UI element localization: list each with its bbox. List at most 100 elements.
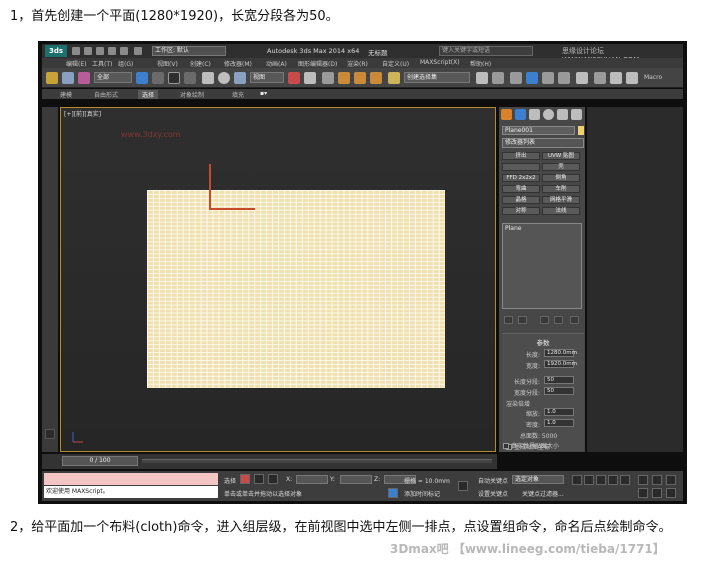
modifier-list-dropdown[interactable]: 修改器列表 <box>502 138 584 148</box>
ribbon-tab-populate[interactable]: 填充 <box>228 90 248 99</box>
edit-named-selection-icon[interactable] <box>388 72 400 84</box>
time-tag-icon[interactable] <box>388 488 398 498</box>
key-icon[interactable] <box>458 481 468 491</box>
front-viewport[interactable]: [+][前][真实] www.3dxy.com <box>60 107 496 452</box>
snap-toggle-icon[interactable] <box>338 72 350 84</box>
workspace-dropdown[interactable]: 工作区: 默认 <box>152 46 226 56</box>
modifier-ffd-button[interactable]: FFD 2x2x2 <box>502 174 540 182</box>
menu-edit[interactable]: 编辑(E) <box>66 59 86 68</box>
make-unique-icon[interactable] <box>540 316 549 324</box>
redo-icon[interactable] <box>120 47 128 55</box>
object-name-field[interactable]: Plane001 <box>502 126 575 135</box>
select-link-icon[interactable] <box>46 72 58 84</box>
graphite-ribbon-icon[interactable] <box>526 72 538 84</box>
y-coordinate-input[interactable] <box>340 475 372 484</box>
reference-coordinate-dropdown[interactable]: 视图 <box>250 72 284 83</box>
selection-lock-icon[interactable] <box>254 474 264 484</box>
key-filters-button[interactable]: 关键点过滤器... <box>522 489 564 498</box>
material-editor-icon[interactable] <box>576 72 588 84</box>
modify-tab-icon[interactable] <box>515 109 526 120</box>
select-by-name-icon[interactable] <box>152 72 164 84</box>
transform-gizmo-y-axis[interactable] <box>209 164 211 210</box>
stack-item-plane[interactable]: Plane <box>505 225 521 232</box>
play-icon[interactable] <box>596 475 606 485</box>
render-production-icon[interactable] <box>626 72 638 84</box>
rendered-frame-icon[interactable] <box>610 72 622 84</box>
width-segs-input[interactable]: 50 <box>544 387 574 395</box>
time-slider[interactable]: 0 / 100 <box>62 456 138 466</box>
keyboard-shortcut-icon[interactable] <box>322 72 334 84</box>
window-crossing-icon[interactable] <box>184 72 196 84</box>
move-icon[interactable] <box>202 72 214 84</box>
maxscript-output[interactable]: 欢迎使用 MAXScript。 <box>44 486 218 498</box>
modifier-stack[interactable]: Plane <box>502 223 582 309</box>
modifier-blank-button[interactable] <box>502 163 540 171</box>
zoom-extents-icon[interactable] <box>666 475 676 485</box>
transform-gizmo-x-axis[interactable] <box>209 208 255 210</box>
menu-help[interactable]: 帮助(H) <box>470 59 491 68</box>
render-setup-icon[interactable] <box>594 72 606 84</box>
x-coordinate-input[interactable] <box>296 475 328 484</box>
modifier-lathe-button[interactable]: 车削 <box>542 185 580 193</box>
hierarchy-tab-icon[interactable] <box>529 109 540 120</box>
key-mode-dropdown[interactable]: 选定对象 <box>512 475 564 484</box>
new-file-icon[interactable] <box>72 47 80 55</box>
zoom-all-icon[interactable] <box>652 475 662 485</box>
ribbon-tab-object-paint[interactable]: 对象绘制 <box>176 90 208 99</box>
length-segs-input[interactable]: 50 <box>544 376 574 384</box>
orbit-icon[interactable] <box>666 488 676 498</box>
menu-create[interactable]: 创建(C) <box>190 59 211 68</box>
zoom-icon[interactable] <box>638 475 648 485</box>
next-frame-icon[interactable] <box>608 475 618 485</box>
named-selection-set-dropdown[interactable]: 创建选择集 <box>404 72 470 83</box>
width-input[interactable]: 1920.0mm <box>544 360 577 368</box>
layer-manager-icon[interactable] <box>510 72 522 84</box>
auto-key-button[interactable]: 自动关键点 <box>478 476 508 485</box>
track-bar[interactable] <box>142 459 492 463</box>
isolate-selection-icon[interactable] <box>240 474 250 484</box>
modifier-bend-button[interactable]: 弯曲 <box>502 185 540 193</box>
rectangle-selection-icon[interactable] <box>168 72 180 84</box>
menu-modifiers[interactable]: 修改器(M) <box>224 59 252 68</box>
menu-graph-editors[interactable]: 图形编辑器(D) <box>298 59 337 68</box>
goto-end-icon[interactable] <box>620 475 630 485</box>
show-end-result-icon[interactable] <box>518 316 527 324</box>
modifier-shell-button[interactable]: 壳 <box>542 163 580 171</box>
menu-views[interactable]: 视图(V) <box>157 59 178 68</box>
mirror-icon[interactable] <box>476 72 488 84</box>
select-object-icon[interactable] <box>136 72 148 84</box>
modifier-uvw-map-button[interactable]: UVW 贴图 <box>542 152 580 160</box>
menu-group[interactable]: 组(G) <box>118 59 133 68</box>
rotate-icon[interactable] <box>218 72 230 84</box>
modifier-normal-button[interactable]: 法线 <box>542 207 580 215</box>
curve-editor-icon[interactable] <box>542 72 554 84</box>
save-file-icon[interactable] <box>96 47 104 55</box>
manipulate-icon[interactable] <box>304 72 316 84</box>
field-of-view-icon[interactable] <box>638 488 648 498</box>
create-tab-icon[interactable] <box>501 109 512 120</box>
remove-modifier-icon[interactable] <box>554 316 563 324</box>
percent-snap-icon[interactable] <box>370 72 382 84</box>
set-key-button[interactable]: 设置关键点 <box>478 489 508 498</box>
utilities-tab-icon[interactable] <box>571 109 582 120</box>
pin-stack-icon[interactable] <box>504 316 513 324</box>
app-logo[interactable]: 3ds <box>45 45 67 57</box>
ribbon-tab-selection[interactable]: 选择 <box>138 90 159 99</box>
menu-maxscript[interactable]: MAXScript(X) <box>420 59 460 66</box>
length-input[interactable]: 1280.0mm <box>544 349 577 357</box>
density-input[interactable]: 1.0 <box>544 419 574 427</box>
object-color-swatch[interactable] <box>578 126 584 135</box>
modifier-symmetry-button[interactable]: 对称 <box>502 207 540 215</box>
menu-animation[interactable]: 动画(A) <box>266 59 287 68</box>
goto-start-icon[interactable] <box>572 475 582 485</box>
project-folder-icon[interactable] <box>134 47 142 55</box>
align-icon[interactable] <box>492 72 504 84</box>
modifier-bevel-button[interactable]: 倒角 <box>542 174 580 182</box>
motion-tab-icon[interactable] <box>543 109 554 120</box>
scale-icon[interactable] <box>234 72 246 84</box>
open-file-icon[interactable] <box>84 47 92 55</box>
plane-object[interactable] <box>147 190 445 388</box>
modifier-meshsmooth-button[interactable]: 网格平滑 <box>542 196 580 204</box>
prev-frame-icon[interactable] <box>584 475 594 485</box>
search-input[interactable]: 键入关键字或短语 <box>439 46 533 56</box>
